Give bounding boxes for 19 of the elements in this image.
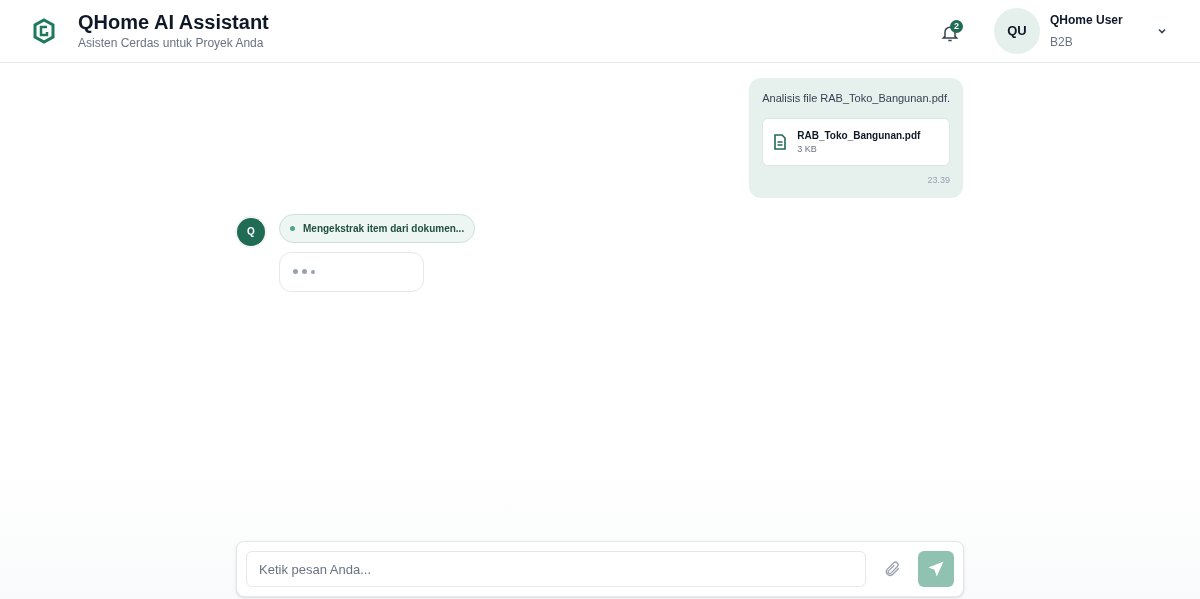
- logo-icon: [32, 18, 56, 44]
- file-name: RAB_Toko_Bangunan.pdf: [797, 128, 921, 143]
- notification-button[interactable]: 2: [940, 17, 964, 45]
- app-subtitle: Asisten Cerdas untuk Proyek Anda: [78, 35, 265, 52]
- message-input[interactable]: Ketik pesan Anda...: [246, 551, 866, 587]
- typing-dots-icon: [293, 269, 315, 274]
- status-text: Mengekstrak item dari dokumen...: [303, 221, 465, 236]
- app-title: QHome AI Assistant: [78, 10, 269, 34]
- paperclip-icon: [883, 560, 901, 578]
- assistant-avatar: Q: [237, 217, 265, 246]
- user-avatar[interactable]: QU: [994, 8, 1040, 54]
- file-size: 3 KB: [797, 142, 818, 156]
- notification-badge: 2: [950, 20, 963, 33]
- send-icon: [927, 560, 945, 578]
- user-name: QHome User: [1050, 12, 1124, 29]
- message-time: 23.39: [927, 174, 950, 187]
- document-icon: [773, 133, 788, 150]
- message-text: Analisis file RAB_Toko_Bangunan.pdf.: [762, 91, 950, 106]
- user-role: B2B: [1050, 34, 1074, 51]
